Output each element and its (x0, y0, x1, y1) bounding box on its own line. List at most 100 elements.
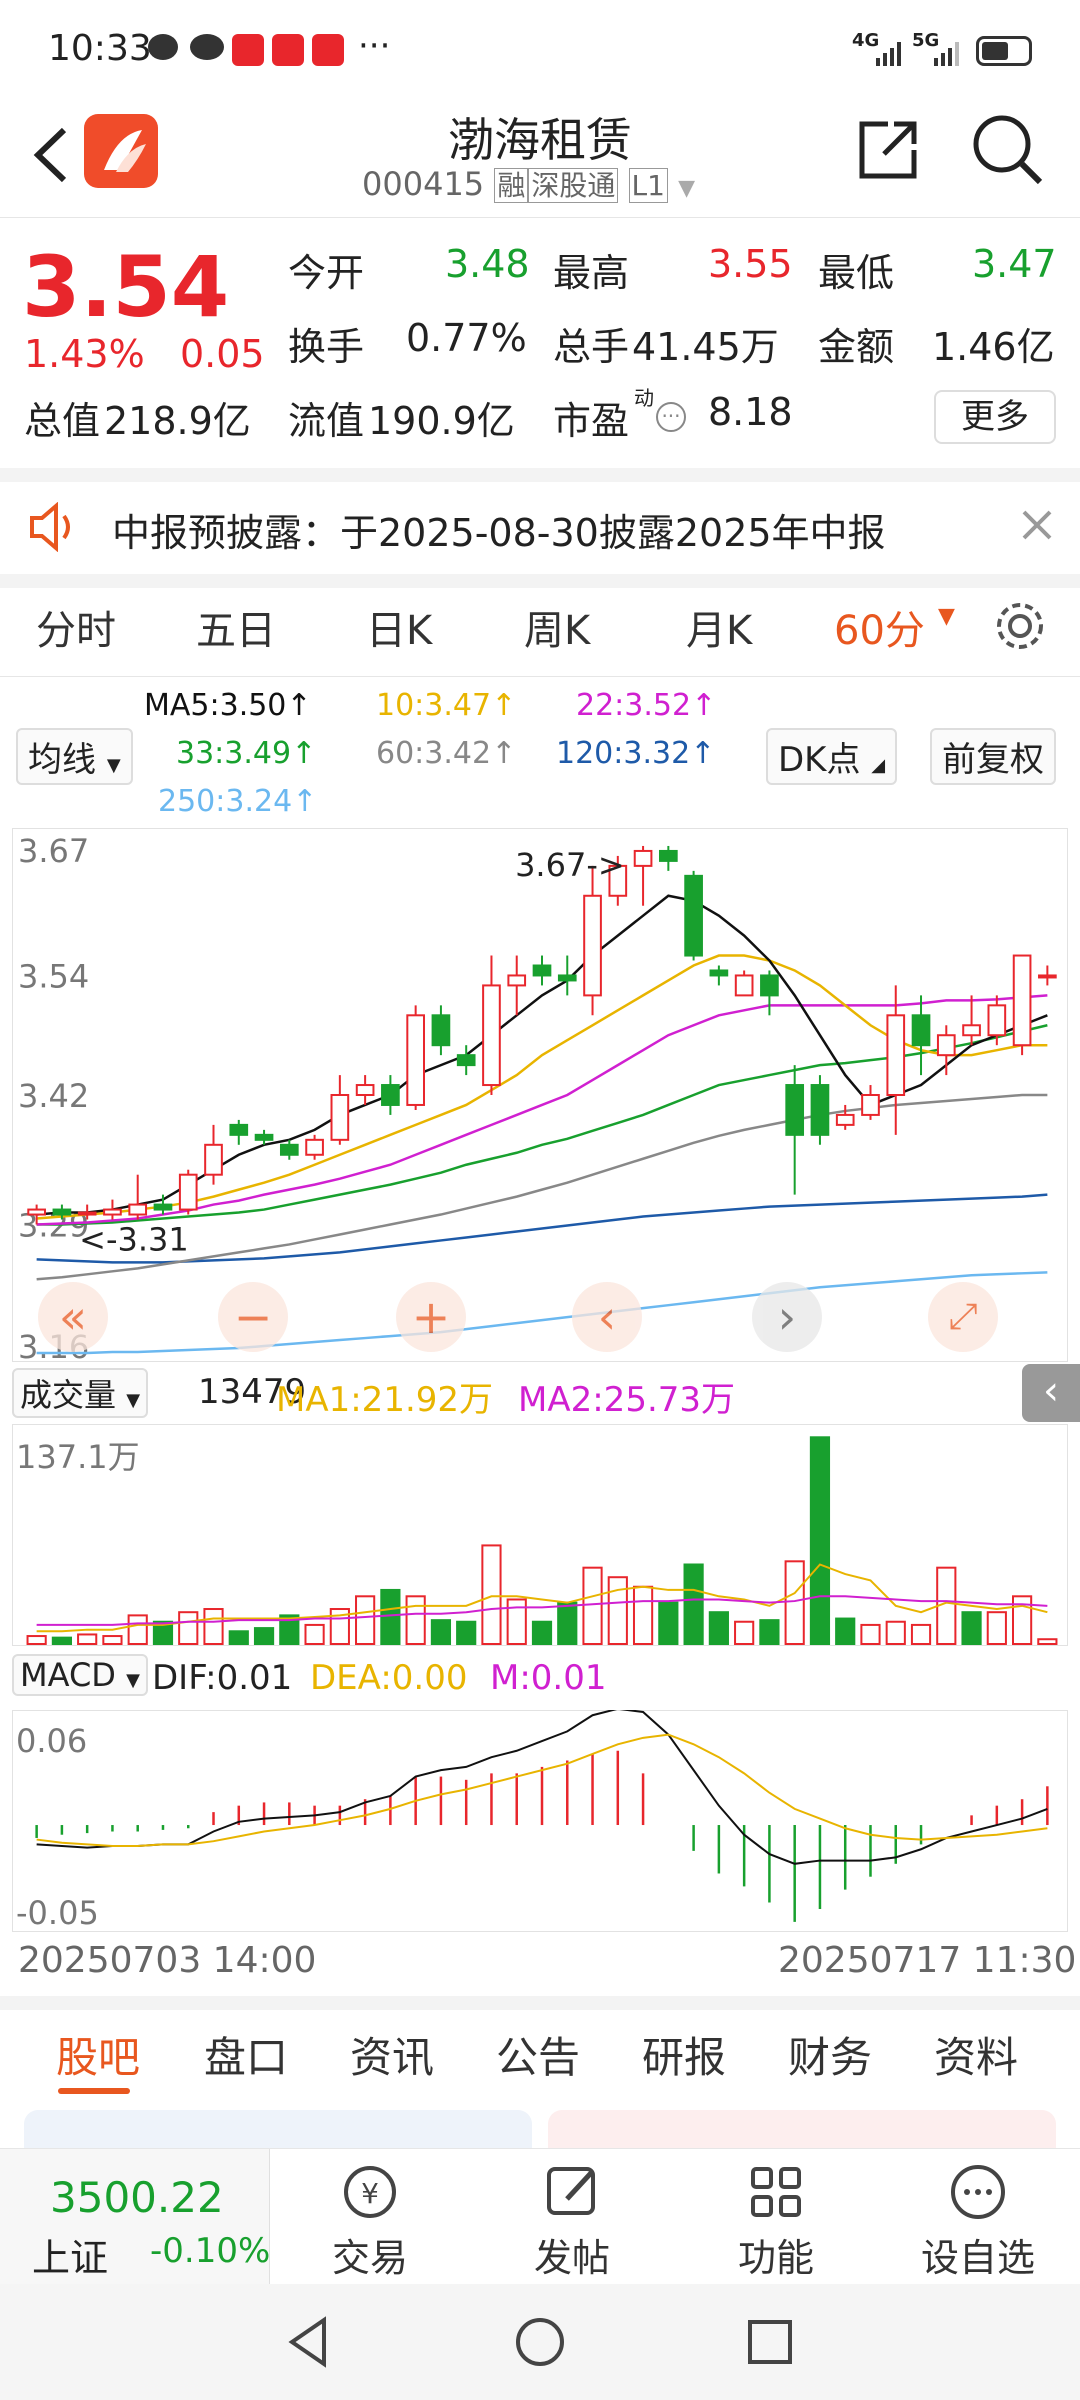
volume-ma1: MA1:21.92万 (276, 1380, 494, 1420)
ma-button-label: 均线 (28, 740, 96, 780)
index-widget[interactable]: 3500.22 上证 -0.10% (0, 2149, 270, 2285)
edit-post-icon (502, 2157, 642, 2227)
tab-financials[interactable]: 财务 (788, 2024, 872, 2085)
candle-body (305, 1138, 324, 1156)
candle-body (229, 1123, 249, 1136)
volume-bar (607, 1576, 628, 1645)
candle-body (886, 1014, 906, 1096)
scroll-left-button[interactable]: ‹ (572, 1282, 642, 1352)
scroll-right-button[interactable]: › (752, 1282, 822, 1352)
svg-text:¥: ¥ (361, 2177, 379, 2210)
tab-research[interactable]: 研报 (642, 2024, 726, 2085)
low-label: 最低 (818, 251, 895, 295)
nav-post-label: 发帖 (533, 2236, 610, 2280)
tab-announcements[interactable]: 公告 (496, 2024, 580, 2085)
ma-select-button[interactable]: 均线 ▼ (16, 728, 133, 785)
candle-body (507, 974, 527, 987)
volume-chart-area[interactable]: 137.1万 (12, 1424, 1068, 1646)
macd-m: M:0.01 (490, 1658, 607, 1698)
volume-bar (506, 1598, 527, 1645)
volume-button-label: 成交量 (20, 1376, 117, 1414)
tab-weekly-k[interactable]: 周K (524, 598, 590, 656)
macd-select-button[interactable]: MACD ▼ (12, 1654, 148, 1696)
volume-bar (885, 1620, 906, 1645)
tab-daily-k[interactable]: 日K (366, 598, 432, 656)
nav-post[interactable]: 发帖 (502, 2157, 642, 2282)
info-icon[interactable]: ··· (656, 402, 686, 432)
tab-monthly-k[interactable]: 月K (686, 598, 752, 656)
index-value: 3500.22 (50, 2173, 224, 2222)
dk-point-button[interactable]: DK点 ◢ (766, 728, 898, 785)
high-value: 3.55 (708, 242, 793, 286)
tab-60min[interactable]: 60分 (834, 598, 925, 656)
nav-trade[interactable]: ¥ 交易 (300, 2157, 440, 2282)
candle-body (330, 1094, 350, 1141)
tab-forum[interactable]: 股吧 (56, 2024, 140, 2085)
low-value: 3.47 (972, 242, 1057, 286)
chart-start-time: 20250703 14:00 (18, 1940, 317, 1981)
system-back-icon[interactable] (280, 2312, 340, 2372)
side-panel-toggle-icon[interactable]: ‹ (1022, 1364, 1080, 1422)
candle-body (27, 1208, 46, 1216)
back-icon[interactable] (24, 120, 74, 190)
system-home-icon[interactable] (510, 2312, 570, 2372)
volume-chart[interactable]: 137.1万 (12, 1424, 1068, 1646)
last-price: 3.54 (22, 238, 230, 336)
macd-chart[interactable]: 0.06 -0.05 (12, 1707, 1068, 1932)
volume-bar (304, 1623, 325, 1645)
candle-body (103, 1208, 122, 1216)
tab-news[interactable]: 资讯 (350, 2024, 434, 2085)
macd-chart-area[interactable]: 0.06 -0.05 (12, 1707, 1068, 1932)
message-icon (148, 34, 178, 60)
tab-order-book[interactable]: 盘口 (204, 2024, 288, 2085)
candle-body (456, 1054, 476, 1067)
system-recents-icon[interactable] (740, 2312, 800, 2372)
fast-back-button[interactable]: « (38, 1282, 108, 1352)
tab-profile[interactable]: 资料 (934, 2024, 1018, 2085)
dropdown-icon[interactable]: ▼ (678, 176, 695, 201)
share-icon[interactable] (854, 114, 924, 184)
divider (0, 468, 1080, 482)
volume-select-button[interactable]: 成交量 ▼ (12, 1368, 149, 1418)
volume-bar (481, 1544, 502, 1645)
kline-chart-area[interactable]: 3.673.543.423.293.163.67-><-3.31 (12, 828, 1068, 1366)
notice-bar[interactable]: 中报预披露：于2025-08-30披露2025年中报 (0, 482, 1080, 574)
nav-functions[interactable]: 功能 (706, 2157, 846, 2282)
volume-bar (102, 1635, 123, 1646)
y-tick-label: 3.67 (18, 832, 89, 870)
volume-bar (632, 1585, 654, 1645)
ma-legend: 均线 ▼ MA5:3.50↑ 10:3.47↑ 22:3.52↑ 33:3.49… (0, 680, 1080, 830)
signal-icon (934, 40, 964, 66)
candle-body (381, 1084, 400, 1106)
ma33-label: 33:3.49↑ (176, 736, 317, 771)
adjust-button[interactable]: 前复权 (930, 728, 1056, 785)
battery-icon (976, 36, 1032, 66)
kline-chart[interactable]: 3.673.543.423.293.163.67-><-3.31 (12, 828, 1068, 1366)
zoom-out-button[interactable]: − (218, 1282, 288, 1352)
candle-body (962, 1024, 981, 1037)
double-chevron-left-icon: « (58, 1290, 88, 1344)
dropdown-icon[interactable]: ▼ (938, 604, 955, 629)
volume-max-tick: 137.1万 (16, 1438, 140, 1476)
fullscreen-button[interactable]: ⤢ (928, 1282, 998, 1352)
quote-panel: 3.54 1.43% 0.05 今开 3.48 最高 3.55 最低 3.47 … (0, 218, 1080, 468)
search-icon[interactable] (970, 112, 1046, 188)
ma120-label: 120:3.32↑ (556, 736, 716, 771)
expand-icon: ⤢ (948, 1296, 978, 1337)
candle-body (1012, 954, 1032, 1047)
macd-dea: DEA:0.00 (310, 1658, 468, 1698)
volume-bar (253, 1627, 275, 1645)
zoom-in-button[interactable]: + (396, 1282, 466, 1352)
settings-icon[interactable] (992, 598, 1048, 654)
candle-body (936, 1034, 956, 1057)
close-icon[interactable] (1018, 506, 1056, 544)
more-button[interactable]: 更多 (934, 390, 1056, 444)
stock-name: 渤海租赁 (448, 113, 632, 167)
ma10-label: 10:3.47↑ (376, 688, 517, 723)
tab-intraday[interactable]: 分时 (36, 598, 116, 656)
tab-five-day[interactable]: 五日 (196, 598, 276, 656)
dropdown-icon: ▼ (126, 1670, 140, 1691)
nav-add-watchlist[interactable]: 设自选 (908, 2157, 1048, 2282)
more-notifications-icon: ··· (358, 26, 391, 66)
candle-body (810, 1084, 830, 1136)
